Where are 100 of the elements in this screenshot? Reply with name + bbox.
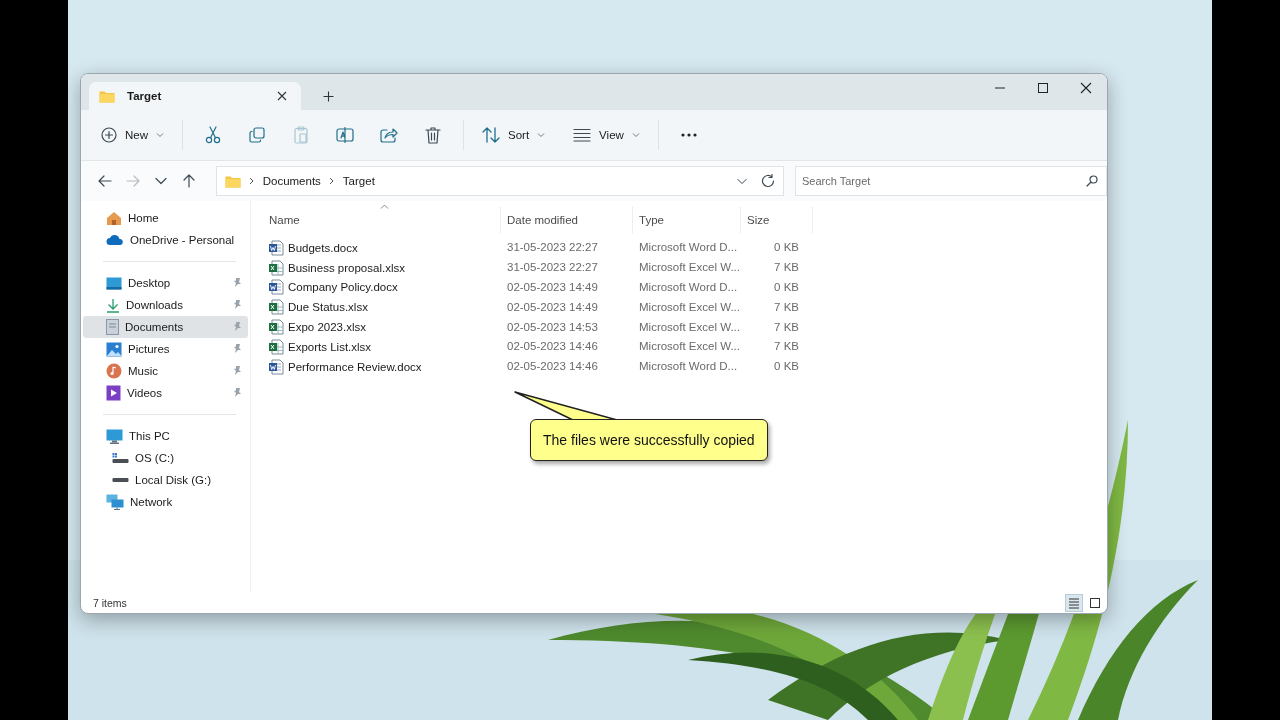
size-cell-text: 7 KB	[773, 339, 799, 355]
column-header[interactable]: Name	[268, 206, 501, 234]
maximize-icon	[1036, 82, 1049, 94]
view-button[interactable]: View	[565, 119, 648, 151]
folder-icon	[99, 89, 115, 103]
up-arrow-icon	[182, 174, 195, 188]
pictures-icon	[106, 341, 122, 357]
details-view-icon	[1068, 597, 1080, 609]
file-name[interactable]: Company Policy.docx	[268, 278, 501, 297]
trash-icon	[425, 126, 441, 144]
breadcrumb-chevron-icon	[248, 177, 255, 185]
type-cell-text: Microsoft Word D...	[638, 280, 739, 295]
sidebar-item[interactable]: Home	[83, 207, 248, 229]
column-header[interactable]: Type	[633, 206, 741, 234]
chevron-down-icon	[631, 132, 640, 138]
sort-caret-icon	[380, 204, 389, 209]
sidebar-item[interactable]: Network	[83, 491, 248, 513]
search-field[interactable]: Search Target	[795, 166, 1107, 196]
item-count: 7 items	[93, 597, 127, 609]
tab[interactable]: Target	[89, 82, 301, 110]
plus-icon	[322, 90, 334, 102]
sidebar-item[interactable]: Desktop	[83, 272, 248, 294]
date-cell-text: 02-05-2023 14:49	[506, 280, 599, 295]
file-name[interactable]: Exports List.xlsx	[268, 337, 501, 357]
sidebar-item[interactable]: Music	[83, 360, 248, 382]
breadcrumb[interactable]: Documents	[262, 175, 321, 187]
word-file-icon	[268, 239, 284, 256]
scissors-icon	[205, 126, 221, 144]
type-cell-text: Microsoft Excel W...	[638, 260, 741, 276]
sidebar-item[interactable]: Pictures	[83, 338, 248, 360]
pin-icon	[232, 364, 242, 376]
size-cell-text: 0 KB	[773, 280, 799, 295]
rename-icon	[336, 127, 354, 143]
date-cell-text: 02-05-2023 14:46	[506, 359, 599, 375]
address-bar[interactable]: Documents Target	[215, 166, 785, 196]
search-icon	[1086, 175, 1099, 187]
pin-icon	[232, 298, 242, 310]
more-icon	[680, 133, 697, 137]
breadcrumb[interactable]: Target	[342, 175, 375, 187]
excel-file-icon	[268, 259, 284, 276]
column-header[interactable]: Size	[741, 206, 813, 234]
sidebar-item[interactable]: OneDrive - Personal	[83, 229, 248, 251]
sidebar-item[interactable]: Documents	[83, 316, 248, 338]
chevron-down-icon	[154, 177, 167, 185]
share-icon	[380, 127, 398, 143]
new-button[interactable]: New	[93, 119, 172, 151]
type-cell-text: Microsoft Excel W...	[638, 299, 741, 315]
home-icon	[106, 210, 122, 226]
column-header[interactable]: Date modified	[501, 206, 633, 234]
file-name[interactable]: Due Status.xlsx	[268, 297, 501, 317]
back-arrow-icon	[97, 175, 112, 187]
pin-icon	[232, 342, 242, 354]
sort-button[interactable]: Sort	[474, 119, 554, 151]
date-cell-text: 02-05-2023 14:49	[506, 299, 599, 315]
forward-arrow-icon	[125, 175, 140, 187]
file-name[interactable]: Budgets.docx	[268, 238, 501, 258]
breadcrumb-chevron-icon	[328, 177, 335, 185]
drive-icon	[112, 477, 129, 483]
cloud-icon	[106, 234, 124, 246]
date-cell-text: 31-05-2023 22:27	[506, 260, 599, 276]
sidebar-item[interactable]: Downloads	[83, 294, 248, 316]
clipboard-icon	[294, 126, 308, 144]
file-name[interactable]: Expo 2023.xlsx	[268, 317, 501, 337]
sidebar-item[interactable]: Videos	[83, 382, 248, 404]
type-cell-text: Microsoft Excel W...	[638, 339, 741, 355]
drive-icon	[112, 452, 129, 464]
chevron-down-icon	[156, 132, 164, 138]
file-name[interactable]: Business proposal.xlsx	[268, 258, 501, 278]
pin-icon	[232, 276, 242, 288]
date-cell-text: 02-05-2023 14:53	[506, 319, 599, 335]
preview-view-icon	[1089, 597, 1101, 609]
size-cell-text: 7 KB	[773, 319, 799, 335]
date-cell-text: 31-05-2023 22:27	[506, 240, 599, 256]
sort-icon	[482, 127, 500, 143]
folder-icon	[224, 174, 241, 188]
excel-file-icon	[268, 319, 284, 336]
word-file-icon	[268, 279, 284, 296]
type-cell-text: Microsoft Word D...	[638, 240, 739, 256]
desktop-icon	[106, 276, 122, 290]
size-cell-text: 7 KB	[773, 260, 799, 276]
excel-file-icon	[268, 299, 284, 316]
lines-icon	[573, 128, 592, 142]
word-file-icon	[268, 358, 284, 375]
sidebar-item[interactable]: Local Disk (G:)	[83, 469, 248, 491]
plus-circle-icon	[101, 127, 117, 143]
date-cell-text: 02-05-2023 14:46	[506, 339, 599, 355]
sidebar-item[interactable]: OS (C:)	[83, 447, 248, 469]
pin-icon	[232, 386, 242, 398]
pin-icon	[232, 320, 242, 332]
size-cell-text: 7 KB	[773, 299, 799, 315]
type-cell-text: Microsoft Word D...	[638, 359, 739, 375]
sidebar-item[interactable]: This PC	[83, 425, 248, 447]
file-name[interactable]: Performance Review.docx	[268, 357, 501, 377]
close-icon	[1079, 82, 1092, 94]
type-cell-text: Microsoft Excel W...	[638, 319, 741, 335]
size-cell-text: 0 KB	[773, 359, 799, 375]
videos-icon	[106, 385, 121, 401]
chevron-down-icon	[737, 177, 748, 185]
copy-icon	[249, 127, 265, 143]
size-cell-text: 0 KB	[773, 240, 799, 256]
